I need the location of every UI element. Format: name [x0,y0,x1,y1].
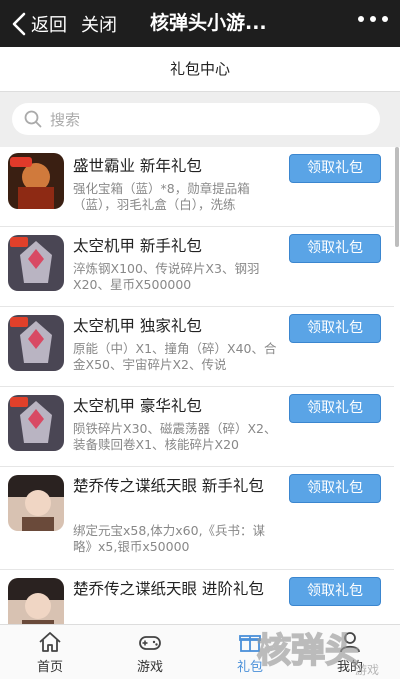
portrait-game-icon [8,475,64,531]
nav-item-gifts[interactable]: 礼包 [200,625,300,679]
search-input[interactable]: 搜索 [12,103,380,135]
nav-label: 首页 [36,660,63,675]
back-label: 返回 [31,14,67,36]
gift-description: 原能（中）X1、撞角（碎）X40、合金X50、宇宙碎片X2、传说 [73,341,277,372]
list-item: 太空机甲 豪华礼包 陨铁碎片X30、磁震荡器（碎）X2、装备赎回卷X1、核能碎片… [0,387,394,467]
nav-label: 我的 [336,660,363,675]
gift-description: 绑定元宝x58,体力x60,《兵书：谋略》x5,银币x50000 [73,523,266,554]
list-item: 太空机甲 独家礼包 原能（中）X1、撞角（碎）X40、合金X50、宇宙碎片X2、… [0,307,394,387]
claim-gift-button[interactable]: 领取礼包 [289,394,381,423]
gift-name: 太空机甲 新手礼包 [73,237,202,255]
home-icon [39,632,61,652]
close-button[interactable]: 关闭 [81,11,117,37]
list-item: 楚乔传之谍纸天眼 新手礼包 绑定元宝x58,体力x60,《兵书：谋略》x5,银币… [0,467,394,570]
gift-description: 强化宝箱（蓝）*8，勋章提品箱（蓝），羽毛礼盒（白），洗练 [73,181,250,212]
warrior-game-icon [8,153,64,209]
claim-gift-button[interactable]: 领取礼包 [289,474,381,503]
nav-item-profile[interactable]: 我的 [300,625,400,679]
gift-icon [239,635,261,652]
portrait-game-icon [8,578,64,624]
gift-name: 太空机甲 豪华礼包 [73,397,202,415]
more-options-icon[interactable] [358,16,388,22]
nav-label: 礼包 [236,660,263,675]
claim-gift-button[interactable]: 领取礼包 [289,577,381,606]
mecha-game-icon [8,395,64,451]
user-icon [340,632,360,653]
gift-description: 陨铁碎片X30、磁震荡器（碎）X2、装备赎回卷X1、核能碎片X20 [73,421,277,452]
nav-item-games[interactable]: 游戏 [100,625,200,679]
search-icon [24,110,42,128]
claim-gift-button[interactable]: 领取礼包 [289,154,381,183]
nav-item-home[interactable]: 首页 [0,625,100,679]
mecha-game-icon [8,315,64,371]
search-bar-container: 搜索 [0,92,400,147]
gift-name: 楚乔传之谍纸天眼 进阶礼包 [73,580,264,598]
scrollbar[interactable] [395,147,399,247]
page-title: 核弹头小游... [150,12,267,34]
section-title: 礼包中心 [0,47,400,92]
list-item: 楚乔传之谍纸天眼 进阶礼包 领取礼包 [0,570,394,624]
gift-list: 盛世霸业 新年礼包 强化宝箱（蓝）*8，勋章提品箱（蓝），羽毛礼盒（白），洗练 … [0,147,394,624]
chevron-left-icon [12,12,26,35]
gift-name: 太空机甲 独家礼包 [73,317,202,335]
list-item: 太空机甲 新手礼包 淬炼钢X100、传说碎片X3、钢羽X20、星币X500000… [0,227,394,307]
list-item: 盛世霸业 新年礼包 强化宝箱（蓝）*8，勋章提品箱（蓝），羽毛礼盒（白），洗练 … [0,147,394,227]
gift-description: 淬炼钢X100、传说碎片X3、钢羽X20、星币X500000 [73,261,260,292]
gift-name: 盛世霸业 新年礼包 [73,157,202,175]
back-button[interactable]: 返回 [10,11,67,37]
gamepad-icon [139,636,161,650]
nav-label: 游戏 [136,660,163,675]
mecha-game-icon [8,235,64,291]
claim-gift-button[interactable]: 领取礼包 [289,314,381,343]
top-bar: 返回 关闭 核弹头小游... [0,0,400,47]
bottom-nav: 首页 游戏 礼包 我的 [0,624,400,679]
claim-gift-button[interactable]: 领取礼包 [289,234,381,263]
search-placeholder: 搜索 [50,110,81,129]
gift-name: 楚乔传之谍纸天眼 新手礼包 [73,477,264,495]
